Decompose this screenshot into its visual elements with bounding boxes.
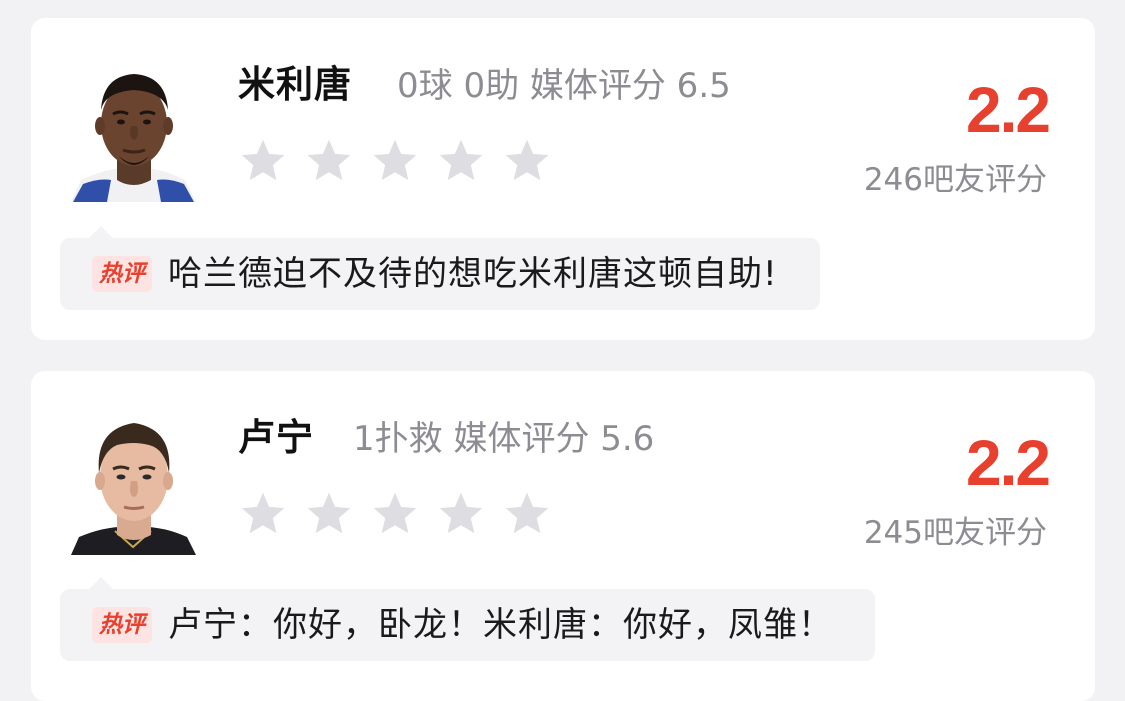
star-icon[interactable] [502, 489, 552, 539]
player-stats: 1扑救 媒体评分 5.6 [353, 419, 655, 459]
star-rating-input[interactable] [238, 489, 552, 539]
player-stats: 0球 0助 媒体评分 6.5 [397, 66, 731, 106]
star-icon[interactable] [436, 136, 486, 186]
comment-bubble[interactable]: 热评 哈兰德迫不及待的想吃米利唐这顿自助! [60, 238, 820, 310]
star-icon[interactable] [436, 489, 486, 539]
player-avatar[interactable] [71, 62, 196, 202]
star-icon[interactable] [238, 489, 288, 539]
hot-comment[interactable]: 热评 哈兰德迫不及待的想吃米利唐这顿自助! [60, 226, 820, 310]
fan-score: 2.2 [966, 427, 1051, 499]
bubble-pointer [88, 226, 114, 239]
hot-comment-badge: 热评 [92, 256, 152, 292]
star-icon[interactable] [304, 489, 354, 539]
comment-text: 哈兰德迫不及待的想吃米利唐这顿自助! [168, 254, 778, 294]
fan-vote-count: 245吧友评分 [863, 515, 1047, 551]
fan-score: 2.2 [966, 74, 1051, 146]
comment-text: 卢宁：你好，卧龙！米利唐：你好，凤雏！ [168, 605, 833, 645]
star-icon[interactable] [304, 136, 354, 186]
player-photo-icon [71, 415, 196, 555]
star-rating-input[interactable] [238, 136, 552, 186]
bubble-pointer [88, 577, 114, 590]
player-rating-card[interactable]: 米利唐 0球 0助 媒体评分 6.5 2.2 246吧友评分 热评 哈兰德迫不及… [31, 18, 1095, 340]
hot-comment-badge: 热评 [92, 607, 152, 643]
star-icon[interactable] [502, 136, 552, 186]
fan-vote-count: 246吧友评分 [863, 162, 1047, 198]
star-icon[interactable] [370, 136, 420, 186]
star-icon[interactable] [238, 136, 288, 186]
hot-comment[interactable]: 热评 卢宁：你好，卧龙！米利唐：你好，凤雏！ [60, 577, 875, 661]
player-rating-card[interactable]: 卢宁 1扑救 媒体评分 5.6 2.2 245吧友评分 热评 卢宁：你好，卧龙！… [31, 371, 1095, 701]
star-icon[interactable] [370, 489, 420, 539]
player-photo-icon [71, 62, 196, 202]
player-name: 米利唐 [238, 63, 352, 106]
player-avatar[interactable] [71, 415, 196, 555]
player-name: 卢宁 [238, 416, 314, 459]
comment-bubble[interactable]: 热评 卢宁：你好，卧龙！米利唐：你好，凤雏！ [60, 589, 875, 661]
